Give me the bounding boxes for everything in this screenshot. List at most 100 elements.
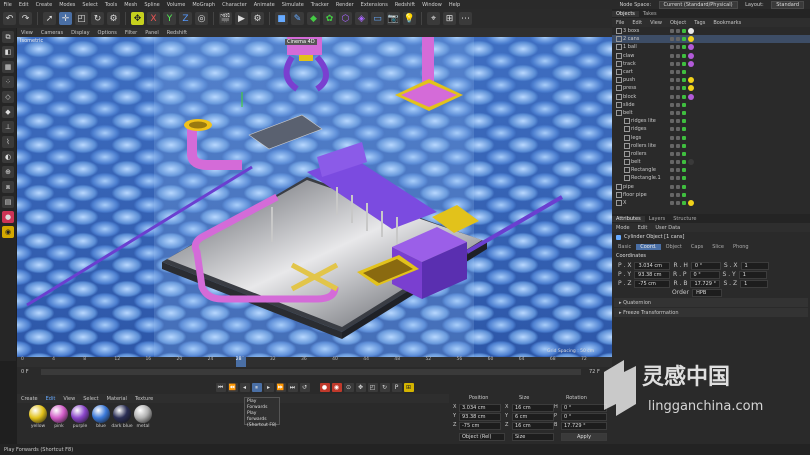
keyframe-selection-icon[interactable]: ⊙ xyxy=(343,383,354,392)
start-frame[interactable]: 0 F xyxy=(21,369,29,375)
prev-frame-icon[interactable]: ◂ xyxy=(239,383,250,392)
om-menu-file[interactable]: File xyxy=(612,20,628,26)
material-tag-icon[interactable] xyxy=(688,200,694,207)
menu-create[interactable]: Create xyxy=(32,2,56,8)
undo-icon[interactable]: ↶ xyxy=(3,12,16,25)
mat-menu-texture[interactable]: Texture xyxy=(131,396,157,402)
visibility-dots[interactable] xyxy=(670,151,686,156)
solo-icon[interactable]: ◐ xyxy=(2,151,14,163)
visibility-dots[interactable] xyxy=(670,45,686,50)
object-row[interactable]: slide xyxy=(612,101,810,109)
order-dropdown[interactable]: HPB xyxy=(692,288,723,297)
menu-edit[interactable]: Edit xyxy=(15,2,32,8)
viewport-menu-cameras[interactable]: Cameras xyxy=(37,30,67,36)
visibility-dots[interactable] xyxy=(670,29,686,34)
x-axis-icon[interactable]: X xyxy=(147,12,160,25)
menu-tracker[interactable]: Tracker xyxy=(307,2,332,8)
object-row[interactable]: claw xyxy=(612,52,810,60)
s-z-field[interactable]: 1 xyxy=(740,279,769,288)
mat-menu-create[interactable]: Create xyxy=(17,396,42,402)
obj-tab-caps[interactable]: Caps xyxy=(687,244,707,250)
object-row[interactable]: push xyxy=(612,76,810,84)
menu-mograph[interactable]: MoGraph xyxy=(189,2,219,8)
coord-size-x[interactable]: 16 cm xyxy=(512,404,554,412)
coord-pos-y[interactable]: 93.38 cm xyxy=(459,413,501,421)
object-row[interactable]: pipe xyxy=(612,183,810,191)
material-tag-icon[interactable] xyxy=(688,60,694,67)
viewport-3d[interactable]: Cinema 4D Grid Spacing : 50 cm xyxy=(17,37,612,357)
mat-menu-edit[interactable]: Edit xyxy=(42,396,60,402)
object-row[interactable]: ridges lite xyxy=(612,117,810,125)
material-tag-icon[interactable] xyxy=(688,93,694,100)
viewport-menu-view[interactable]: View xyxy=(17,30,37,36)
menu-animate[interactable]: Animate xyxy=(250,2,278,8)
object-row[interactable]: 1 ball xyxy=(612,43,810,51)
r-h-field[interactable]: 0 ° xyxy=(690,261,721,270)
menu-extensions[interactable]: Extensions xyxy=(357,2,391,8)
coord-pos-z[interactable]: -75 cm xyxy=(459,422,501,430)
object-row[interactable]: Rectangle.1 xyxy=(612,174,810,182)
om-menu-object[interactable]: Object xyxy=(666,20,690,26)
cube-icon[interactable]: ■ xyxy=(275,12,288,25)
om-menu-bookmarks[interactable]: Bookmarks xyxy=(709,20,745,26)
live-select-icon[interactable]: ➚ xyxy=(43,12,56,25)
om-menu-view[interactable]: View xyxy=(646,20,666,26)
material-tag-icon[interactable] xyxy=(688,28,694,35)
visibility-dots[interactable] xyxy=(670,184,686,189)
texture-mode-icon[interactable]: ▦ xyxy=(2,61,14,73)
subdivision-icon[interactable]: ◆ xyxy=(307,12,320,25)
next-frame-icon[interactable]: ▸ xyxy=(263,383,274,392)
fold-freeze[interactable]: ▸ Freeze Transformation xyxy=(614,308,808,317)
material-tag-icon[interactable] xyxy=(688,36,694,43)
scale-icon[interactable]: ◰ xyxy=(75,12,88,25)
om-menu-edit[interactable]: Edit xyxy=(628,20,646,26)
viewport-menu-display[interactable]: Display xyxy=(67,30,93,36)
material-swatch[interactable] xyxy=(134,405,152,423)
object-row[interactable]: Rectangle xyxy=(612,166,810,174)
light-icon[interactable]: 💡 xyxy=(403,12,416,25)
autokey-icon[interactable]: ◉ xyxy=(331,383,342,392)
next-key-icon[interactable]: ⏩ xyxy=(275,383,286,392)
material-tag-icon[interactable] xyxy=(688,159,694,166)
coord-size-y[interactable]: 6 cm xyxy=(512,413,554,421)
p-x-field[interactable]: 3.034 cm xyxy=(634,261,671,270)
material-tag-icon[interactable] xyxy=(688,77,694,84)
viewport-menu-options[interactable]: Options xyxy=(94,30,121,36)
visibility-dots[interactable] xyxy=(670,102,686,107)
coordinate-system-icon[interactable]: ✥ xyxy=(131,12,144,25)
visibility-dots[interactable] xyxy=(670,53,686,58)
visibility-dots[interactable] xyxy=(670,86,686,91)
render-view-icon[interactable]: 🎬 xyxy=(219,12,232,25)
rotate-icon[interactable]: ↻ xyxy=(91,12,104,25)
visibility-dots[interactable] xyxy=(670,135,686,140)
y-axis-icon[interactable]: Y xyxy=(163,12,176,25)
timeline-ruler[interactable]: 0481216202428323640444852566064687228 xyxy=(17,357,612,367)
key-pla-icon[interactable]: ⊞ xyxy=(403,383,414,392)
camera-icon[interactable]: 📷 xyxy=(387,12,400,25)
material-swatch[interactable] xyxy=(29,405,47,423)
object-row[interactable]: rollers xyxy=(612,150,810,158)
menu-select[interactable]: Select xyxy=(79,2,101,8)
cloner-icon[interactable]: ✿ xyxy=(323,12,336,25)
am-menu-userdata[interactable]: User Data xyxy=(651,225,684,231)
visibility-dots[interactable] xyxy=(670,70,686,75)
object-row[interactable]: legs xyxy=(612,133,810,141)
node-space-dropdown[interactable]: Current (Standard/Physical) xyxy=(658,0,738,9)
recent-tools-icon[interactable]: ⚙ xyxy=(107,12,120,25)
workplane-left-icon[interactable]: ▤ xyxy=(2,196,14,208)
tab-layers[interactable]: Layers xyxy=(645,216,670,222)
coord-pos-x[interactable]: 3.034 cm xyxy=(459,404,501,412)
object-row[interactable]: track xyxy=(612,60,810,68)
material-swatch[interactable] xyxy=(113,405,131,423)
points-mode-icon[interactable]: ⁘ xyxy=(2,76,14,88)
tab-objects[interactable]: Objects xyxy=(612,10,639,17)
object-row[interactable]: floor pipe xyxy=(612,191,810,199)
mat-menu-view[interactable]: View xyxy=(59,396,79,402)
menu-spline[interactable]: Spline xyxy=(141,2,163,8)
model-mode-icon[interactable]: ◧ xyxy=(2,46,14,58)
menu-window[interactable]: Window xyxy=(419,2,446,8)
snap-left-icon[interactable]: ⊕ xyxy=(2,166,14,178)
mat-menu-select[interactable]: Select xyxy=(79,396,102,402)
mat-menu-material[interactable]: Material xyxy=(103,396,131,402)
menu-render[interactable]: Render xyxy=(332,2,357,8)
